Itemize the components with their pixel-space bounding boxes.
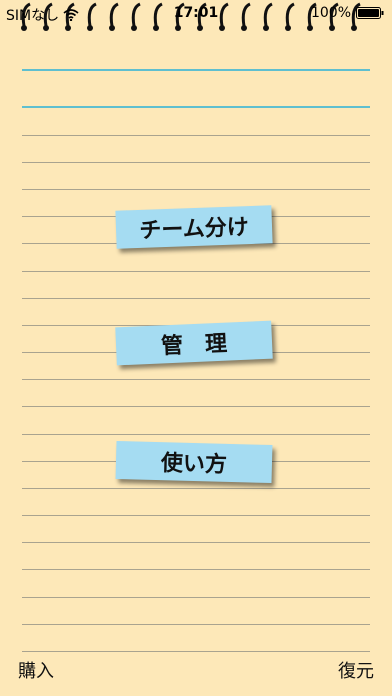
ruled-line bbox=[22, 406, 370, 407]
ruled-line bbox=[22, 298, 370, 299]
status-right: 100% bbox=[311, 5, 384, 21]
ruled-line bbox=[22, 135, 370, 136]
battery-percent: 100% bbox=[310, 5, 351, 21]
restore-button[interactable]: 復元 bbox=[338, 657, 374, 683]
status-bar: SIMなし 17:01 100% bbox=[0, 0, 392, 26]
manage-button[interactable]: 管理 bbox=[115, 320, 273, 366]
ruled-line bbox=[22, 271, 370, 272]
notebook-page: SIMなし 17:01 100% チーム分け 管理 使い方 購入 復元 bbox=[0, 0, 392, 696]
purchase-button[interactable]: 購入 bbox=[18, 657, 54, 683]
usage-button[interactable]: 使い方 bbox=[115, 440, 273, 484]
header-line bbox=[22, 69, 370, 71]
battery-icon bbox=[356, 7, 384, 19]
ruled-line bbox=[22, 515, 370, 516]
ruled-line bbox=[22, 379, 370, 380]
ruled-line bbox=[22, 569, 370, 570]
ruled-line bbox=[22, 651, 370, 652]
ruled-line bbox=[22, 542, 370, 543]
team-split-button[interactable]: チーム分け bbox=[115, 205, 273, 249]
ruled-line bbox=[22, 189, 370, 190]
ruled-line bbox=[22, 597, 370, 598]
ruled-line bbox=[22, 162, 370, 163]
ruled-line bbox=[22, 624, 370, 625]
ruled-line bbox=[22, 488, 370, 489]
ruled-line bbox=[22, 434, 370, 435]
header-line bbox=[22, 106, 370, 108]
